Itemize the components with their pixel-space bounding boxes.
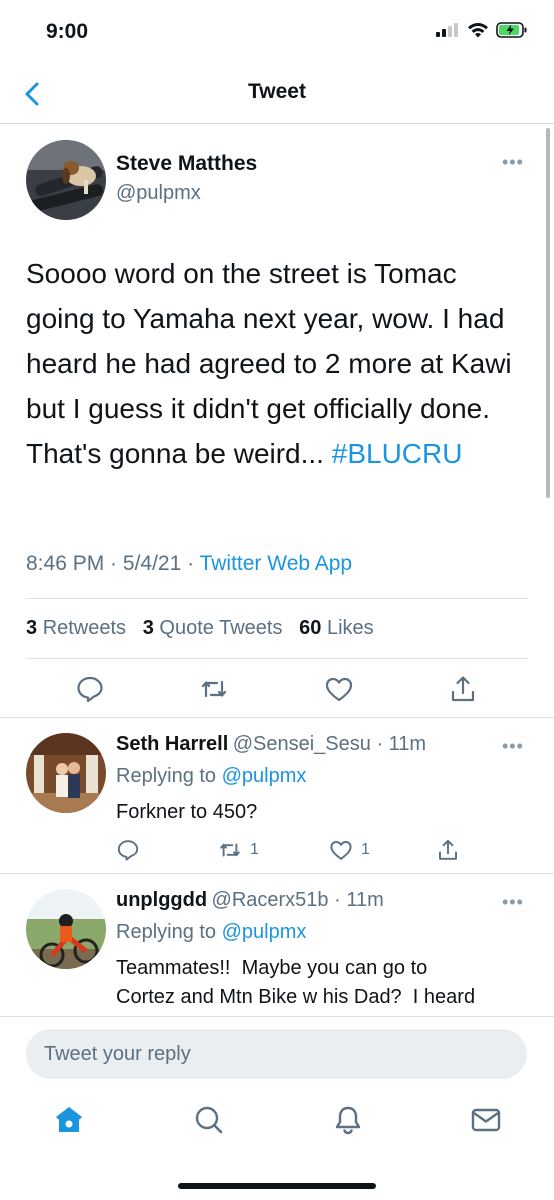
quotes-stat[interactable]: 3 Quote Tweets [143, 617, 283, 639]
likes-stat[interactable]: 60 Likes [299, 617, 374, 639]
author-avatar[interactable] [26, 140, 106, 220]
page-title: Tweet [248, 80, 306, 103]
likes-label: Likes [326, 617, 374, 639]
back-button[interactable] [20, 80, 46, 108]
like-icon [330, 841, 352, 860]
replying-to: Replying to @pulpmx [116, 765, 306, 788]
avatar-image [26, 889, 106, 969]
tweet-text: Soooo word on the street is Tomac going … [26, 251, 526, 476]
reply-more-button[interactable]: ••• [502, 736, 524, 757]
replying-to-label: Replying to [116, 921, 222, 943]
quotes-label: Quote Tweets [159, 617, 283, 639]
likes-count: 60 [299, 617, 322, 639]
search-icon[interactable] [193, 1104, 225, 1136]
replying-to: Replying to @pulpmx [116, 921, 306, 944]
reply-avatar[interactable] [26, 889, 106, 969]
retweet-icon [220, 843, 240, 857]
retweets-label: Retweets [42, 617, 127, 639]
reply-icon[interactable] [75, 674, 105, 704]
replying-to-link[interactable]: @pulpmx [222, 921, 307, 943]
nav-divider [0, 123, 554, 124]
reply-avatar[interactable] [26, 733, 106, 813]
hashtag-link[interactable]: #BLUCRU [332, 438, 463, 469]
meta-separator: · [104, 552, 123, 575]
retweets-stat[interactable]: 3 Retweets [26, 617, 126, 639]
reply-text-line: Cortez and Mtn Bike w his Dad? I heard [116, 986, 476, 1008]
home-icon[interactable] [53, 1104, 85, 1136]
quotes-count: 3 [142, 617, 154, 639]
reply-like-action[interactable]: 1 [329, 838, 370, 862]
tweet-source-link[interactable]: Twitter Web App [200, 552, 353, 575]
retweets-count: 3 [26, 617, 38, 639]
tweet-meta: 8:46 PM · 5/4/21 · Twitter Web App [26, 552, 352, 576]
reply-author-name[interactable]: unplggdd [116, 889, 207, 911]
cellular-icon [436, 23, 458, 37]
reply-retweet-action[interactable]: 1 [218, 838, 259, 862]
divider [26, 598, 528, 599]
tweet-more-button[interactable]: ••• [502, 152, 524, 173]
meta-separator: · [181, 552, 200, 575]
avatar-image [26, 140, 106, 220]
divider [0, 873, 554, 874]
reply-text-line: Teammates!! Maybe you can go to [116, 957, 428, 979]
notifications-icon[interactable] [332, 1104, 364, 1136]
reply-time: · 11m [328, 889, 384, 911]
reply-time: · 11m [370, 733, 427, 755]
messages-icon[interactable] [470, 1104, 502, 1136]
tweet-stats: 3 Retweets 3 Quote Tweets 60 Likes [26, 617, 374, 640]
replying-to-label: Replying to [116, 765, 222, 787]
reply-header: unplggdd @Racerx51b · 11m [116, 889, 384, 912]
share-icon[interactable] [448, 674, 478, 704]
reply-header: Seth Harrell @Sensei_Sesu · 11m [116, 733, 426, 756]
reply-author-name[interactable]: Seth Harrell [116, 733, 228, 755]
reply-icon[interactable] [116, 838, 140, 862]
wifi-icon [468, 22, 488, 38]
divider [26, 658, 528, 659]
status-icons [436, 22, 528, 38]
avatar-image [26, 733, 106, 813]
share-icon[interactable] [436, 838, 460, 862]
status-time: 9:00 [46, 20, 89, 43]
tweet-time: 8:46 PM [26, 552, 105, 575]
reply-input-placeholder: Tweet your reply [44, 1042, 191, 1065]
reply-input[interactable]: Tweet your reply [26, 1029, 527, 1079]
replying-to-link[interactable]: @pulpmx [222, 765, 307, 787]
like-count: 1 [361, 841, 370, 858]
reply-more-button[interactable]: ••• [502, 892, 524, 913]
retweet-count: 1 [250, 841, 259, 858]
divider [0, 717, 554, 718]
reply-text: Forkner to 450? [116, 801, 258, 823]
tweet-date: 5/4/21 [122, 552, 182, 575]
reply-author-handle[interactable]: @Racerx51b [212, 889, 329, 911]
home-indicator[interactable] [178, 1183, 376, 1189]
retweet-icon[interactable] [199, 674, 229, 704]
like-icon[interactable] [324, 674, 354, 704]
reply-author-handle[interactable]: @Sensei_Sesu [233, 733, 371, 755]
battery-charging-icon [496, 22, 527, 38]
author-handle[interactable]: @pulpmx [116, 182, 201, 205]
author-name[interactable]: Steve Matthes [116, 152, 257, 176]
scrollbar[interactable] [546, 128, 550, 498]
